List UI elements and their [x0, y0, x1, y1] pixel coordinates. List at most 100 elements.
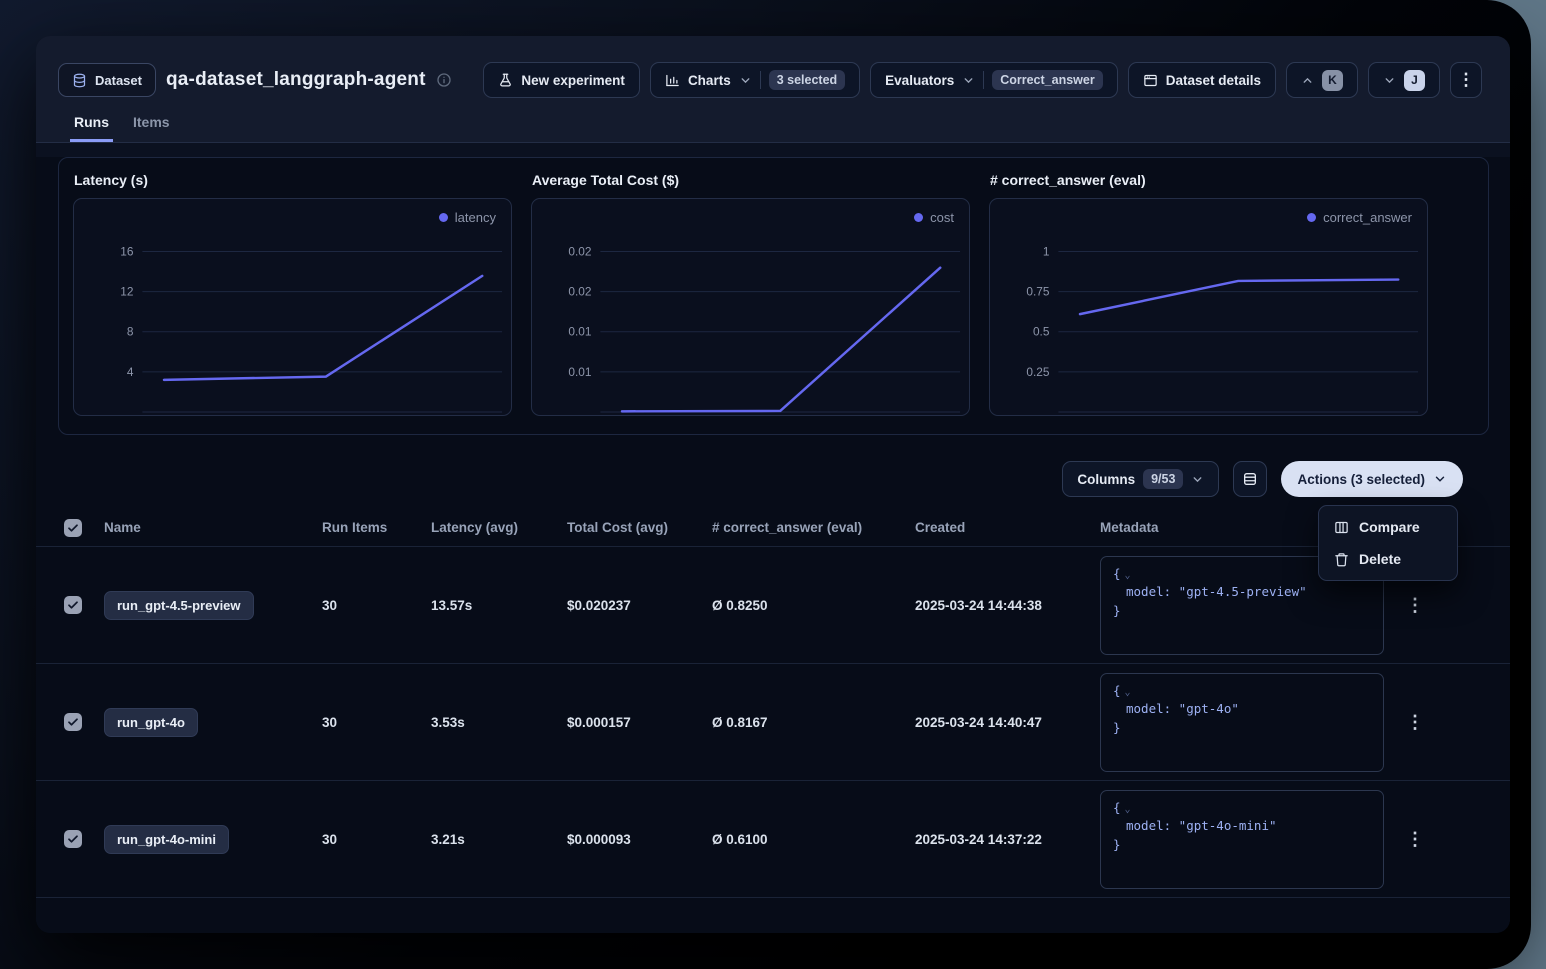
collapse-chevron-icon[interactable]: ⌄ — [1125, 570, 1131, 581]
column-header-total-cost[interactable]: Total Cost (avg) — [567, 520, 712, 535]
cost-line-chart: 0.020.020.010.01 — [532, 199, 969, 415]
actions-label: Actions (3 selected) — [1297, 472, 1425, 487]
run-items-cell: 30 — [322, 598, 431, 613]
chart-title: # correct_answer (eval) — [990, 172, 1428, 188]
chevron-down-icon — [1433, 472, 1447, 486]
columns-label: Columns — [1077, 472, 1135, 487]
run-name-pill[interactable]: run_gpt-4o-mini — [104, 825, 229, 854]
svg-text:12: 12 — [120, 285, 133, 299]
svg-text:0.25: 0.25 — [1026, 365, 1050, 379]
row-checkbox[interactable] — [64, 596, 82, 614]
collapse-chevron-icon[interactable]: ⌄ — [1125, 804, 1131, 815]
check-icon — [67, 522, 79, 534]
delete-label: Delete — [1359, 551, 1401, 567]
created-cell: 2025-03-24 14:40:47 — [915, 715, 1100, 730]
charts-selected-badge: 3 selected — [769, 70, 845, 90]
menu-item-compare[interactable]: Compare — [1324, 511, 1452, 543]
tab-runs[interactable]: Runs — [70, 114, 113, 142]
legend-label: correct_answer — [1323, 210, 1412, 225]
columns-icon — [1334, 520, 1349, 535]
new-experiment-button[interactable]: New experiment — [483, 62, 640, 98]
columns-button[interactable]: Columns 9/53 — [1062, 461, 1219, 497]
evaluators-selected-badge: Correct_answer — [992, 70, 1103, 90]
column-header-name[interactable]: Name — [104, 520, 322, 535]
legend: latency — [439, 210, 496, 225]
chevron-up-icon — [1301, 74, 1314, 87]
json-open-brace: { — [1113, 683, 1121, 698]
chart-latency: Latency (s) latency 161284 — [73, 172, 512, 416]
dataset-details-label: Dataset details — [1166, 73, 1261, 88]
correct-answer-cell: Ø 0.6100 — [712, 832, 915, 847]
table-row: run_gpt-4o-mini 30 3.21s $0.000093 Ø 0.6… — [36, 781, 1510, 898]
table-header-row: Name Run Items Latency (avg) Total Cost … — [36, 509, 1510, 547]
svg-text:0.02: 0.02 — [568, 244, 591, 258]
legend-dot — [1307, 213, 1316, 222]
dataset-type-badge: Dataset — [58, 63, 156, 97]
legend-label: cost — [930, 210, 954, 225]
charts-label: Charts — [688, 73, 731, 88]
select-all-checkbox[interactable] — [64, 519, 82, 537]
avatar-k: K — [1322, 70, 1343, 91]
row-kebab-icon[interactable]: ⋮ — [1392, 829, 1510, 850]
column-header-created[interactable]: Created — [915, 520, 1100, 535]
correct-answer-cell: Ø 0.8167 — [712, 715, 915, 730]
collapse-chevron-icon[interactable]: ⌄ — [1125, 687, 1131, 698]
row-kebab-icon[interactable]: ⋮ — [1392, 595, 1510, 616]
dataset-details-button[interactable]: Dataset details — [1128, 62, 1276, 98]
user-menu-button[interactable]: J — [1368, 62, 1440, 98]
chart-card-latency: latency 161284 — [73, 198, 512, 416]
header-toolbar: New experiment Charts 3 selected — [483, 62, 1482, 98]
legend-dot — [439, 213, 448, 222]
row-kebab-icon[interactable]: ⋮ — [1392, 712, 1510, 733]
menu-item-delete[interactable]: Delete — [1324, 543, 1452, 575]
json-open-brace: { — [1113, 800, 1121, 815]
latency-cell: 13.57s — [431, 598, 567, 613]
created-cell: 2025-03-24 14:37:22 — [915, 832, 1100, 847]
chevron-down-icon — [962, 74, 975, 87]
run-name-pill[interactable]: run_gpt-4o — [104, 708, 198, 737]
tab-items[interactable]: Items — [129, 114, 174, 142]
compare-label: Compare — [1359, 519, 1420, 535]
evaluators-dropdown-button[interactable]: Evaluators Correct_answer — [870, 62, 1118, 98]
chart-title: Average Total Cost ($) — [532, 172, 970, 188]
info-icon[interactable] — [436, 72, 452, 88]
prev-dataset-button[interactable]: K — [1286, 62, 1358, 98]
json-model-line: model: "gpt-4.5-preview" — [1113, 583, 1371, 602]
column-header-latency[interactable]: Latency (avg) — [431, 520, 567, 535]
svg-text:0.01: 0.01 — [568, 325, 592, 339]
metadata-json-box[interactable]: {⌄ model: "gpt-4o-mini" } — [1100, 790, 1384, 889]
svg-text:0.02: 0.02 — [568, 285, 591, 299]
runs-table: Name Run Items Latency (avg) Total Cost … — [36, 509, 1510, 898]
columns-count-badge: 9/53 — [1143, 469, 1183, 489]
run-name-pill[interactable]: run_gpt-4.5-preview — [104, 591, 254, 620]
charts-section: Latency (s) latency 161284 Average Total… — [58, 157, 1489, 435]
correct-answer-cell: Ø 0.8250 — [712, 598, 915, 613]
row-checkbox[interactable] — [64, 713, 82, 731]
column-header-correct-answer[interactable]: # correct_answer (eval) — [712, 520, 915, 535]
row-checkbox[interactable] — [64, 830, 82, 848]
bar-chart-icon — [665, 73, 680, 88]
metadata-json-box[interactable]: {⌄ model: "gpt-4o" } — [1100, 673, 1384, 772]
legend: correct_answer — [1307, 210, 1412, 225]
actions-button[interactable]: Actions (3 selected) — [1281, 461, 1463, 497]
divider — [983, 71, 984, 89]
chart-correct-answer: # correct_answer (eval) correct_answer 1… — [989, 172, 1428, 416]
row-height-button[interactable] — [1233, 461, 1267, 497]
tabs: Runs Items — [58, 114, 1482, 142]
created-cell: 2025-03-24 14:44:38 — [915, 598, 1100, 613]
avatar-j: J — [1404, 70, 1425, 91]
title-row: Dataset qa-dataset_langgraph-agent New e… — [58, 62, 1482, 98]
table-controls: Columns 9/53 Actions (3 selected) — [36, 461, 1510, 497]
legend: cost — [914, 210, 954, 225]
charts-dropdown-button[interactable]: Charts 3 selected — [650, 62, 860, 98]
app-window: Dataset qa-dataset_langgraph-agent New e… — [36, 36, 1510, 933]
table-row: run_gpt-4o 30 3.53s $0.000157 Ø 0.8167 2… — [36, 664, 1510, 781]
header-kebab-button[interactable]: ⋮ — [1450, 62, 1482, 98]
check-icon — [67, 833, 79, 845]
column-header-run-items[interactable]: Run Items — [322, 520, 431, 535]
json-open-brace: { — [1113, 566, 1121, 581]
chart-cost: Average Total Cost ($) cost 0.02 0.02 0.01… — [531, 172, 970, 416]
run-items-cell: 30 — [322, 832, 431, 847]
chevron-down-icon — [739, 74, 752, 87]
chart-card-cost: cost 0.020.020.010.01 — [531, 198, 970, 416]
